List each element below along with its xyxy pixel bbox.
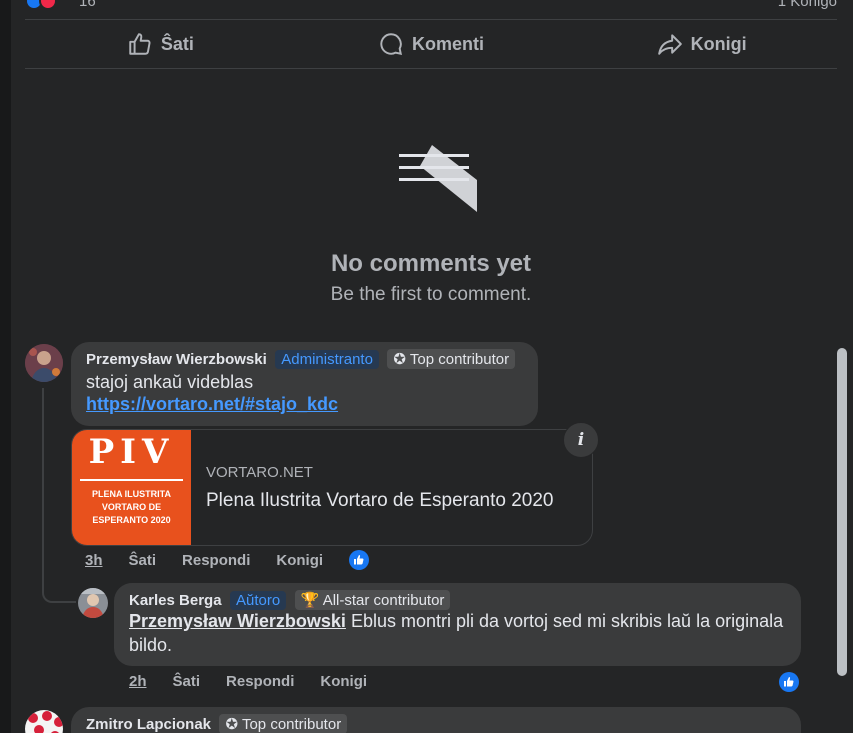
role-badge: Aŭtoro bbox=[230, 591, 287, 610]
comment-author[interactable]: Przemysław Wierzbowski bbox=[86, 351, 267, 368]
preview-title: Plena Ilustrita Vortaro de Esperanto 202… bbox=[206, 490, 554, 511]
comment-text: stajoj ankaŭ videblas bbox=[86, 372, 254, 392]
share-button[interactable]: Konigi bbox=[566, 20, 837, 68]
comment-meta: 2h Ŝati Respondi Konigi bbox=[129, 671, 799, 692]
thumbs-up-icon bbox=[784, 676, 794, 686]
no-comments-icon bbox=[399, 145, 477, 212]
avatar-image bbox=[78, 588, 108, 618]
share-label: Konigi bbox=[690, 33, 747, 54]
thumbs-up-icon bbox=[129, 33, 151, 55]
comment-button[interactable]: Komenti bbox=[296, 20, 567, 68]
mention-link[interactable]: Przemysław Wierzbowski bbox=[129, 611, 346, 631]
comment-share-button[interactable]: Konigi bbox=[320, 673, 367, 690]
shares-count[interactable]: 1 Konigo bbox=[778, 0, 837, 10]
avatar[interactable] bbox=[78, 588, 108, 618]
thumbnail-rule bbox=[80, 479, 183, 481]
contributor-badge: ✪ Top contributor bbox=[387, 349, 516, 369]
avatar-image bbox=[25, 344, 63, 382]
like-reaction-icon[interactable] bbox=[779, 671, 799, 692]
scrollbar-thumb[interactable] bbox=[837, 348, 847, 676]
like-label: Ŝati bbox=[160, 33, 194, 54]
comment-icon bbox=[380, 33, 403, 56]
post-actions: Ŝati Komenti Konigi bbox=[25, 20, 837, 68]
info-icon[interactable]: i bbox=[563, 422, 599, 458]
preview-thumbnail: PIV PLENA ILUSTRITA VORTARO DE ESPERANTO… bbox=[72, 430, 191, 545]
thumbnail-logo: PIV bbox=[88, 432, 175, 472]
preview-domain: VORTARO.NET bbox=[206, 464, 313, 481]
comment-time[interactable]: 3h bbox=[85, 552, 103, 569]
empty-state-title: No comments yet bbox=[330, 250, 532, 277]
contributor-badge-label: All-star contributor bbox=[322, 592, 445, 609]
avatar[interactable] bbox=[25, 344, 63, 382]
thumbnail-caption: PLENA ILUSTRITA VORTARO DE ESPERANTO 202… bbox=[92, 489, 171, 525]
contributor-badge: ✪ Top contributor bbox=[219, 714, 348, 733]
badge-icon: ✪ bbox=[225, 716, 239, 733]
empty-state-subtitle: Be the first to comment. bbox=[330, 284, 532, 305]
divider bbox=[25, 68, 837, 69]
link-preview-card[interactable]: PIV PLENA ILUSTRITA VORTARO DE ESPERANTO… bbox=[71, 429, 593, 546]
comment-time[interactable]: 2h bbox=[129, 673, 147, 690]
comment-meta: 3h Ŝati Respondi Konigi bbox=[85, 550, 395, 570]
comment-like-button[interactable]: Ŝati bbox=[129, 552, 157, 569]
comment-label: Komenti bbox=[412, 33, 484, 54]
badge-icon: ✪ bbox=[393, 351, 406, 368]
thumbs-up-icon bbox=[354, 555, 364, 565]
like-button[interactable]: Ŝati bbox=[25, 20, 296, 68]
comment-reply-button[interactable]: Respondi bbox=[226, 673, 294, 690]
comment-reply-button[interactable]: Respondi bbox=[182, 552, 250, 569]
role-badge: Administranto bbox=[275, 350, 379, 369]
comment-like-button[interactable]: Ŝati bbox=[173, 673, 201, 690]
comment-bubble: Przemysław Wierzbowski Administranto ✪ T… bbox=[71, 342, 538, 426]
comment-author[interactable]: Karles Berga bbox=[129, 592, 222, 609]
comment-bubble: Karles Berga Aŭtoro 🏆 All-star contribut… bbox=[114, 583, 801, 666]
comment-share-button[interactable]: Konigi bbox=[276, 552, 323, 569]
comment-bubble: Zmitro Lapcionak ✪ Top contributor bbox=[71, 707, 801, 733]
love-reaction-icon bbox=[39, 0, 57, 10]
comment-author[interactable]: Zmitro Lapcionak bbox=[86, 716, 211, 733]
contributor-badge-label: Top contributor bbox=[241, 716, 342, 733]
contributor-badge: 🏆 All-star contributor bbox=[294, 590, 451, 610]
share-arrow-icon bbox=[657, 34, 682, 55]
comment-text: Przemysław Wierzbowski Eblus montri pli … bbox=[129, 609, 789, 657]
like-reaction-icon[interactable] bbox=[349, 550, 370, 570]
trophy-icon: 🏆 bbox=[300, 592, 320, 609]
comment-link[interactable]: https://vortaro.net/#stajo_kdc bbox=[86, 394, 338, 415]
reactions-summary[interactable]: 16 1 Konigo bbox=[25, 0, 837, 12]
contributor-badge-label: Top contributor bbox=[409, 351, 510, 368]
reaction-count[interactable]: 16 bbox=[79, 0, 96, 10]
